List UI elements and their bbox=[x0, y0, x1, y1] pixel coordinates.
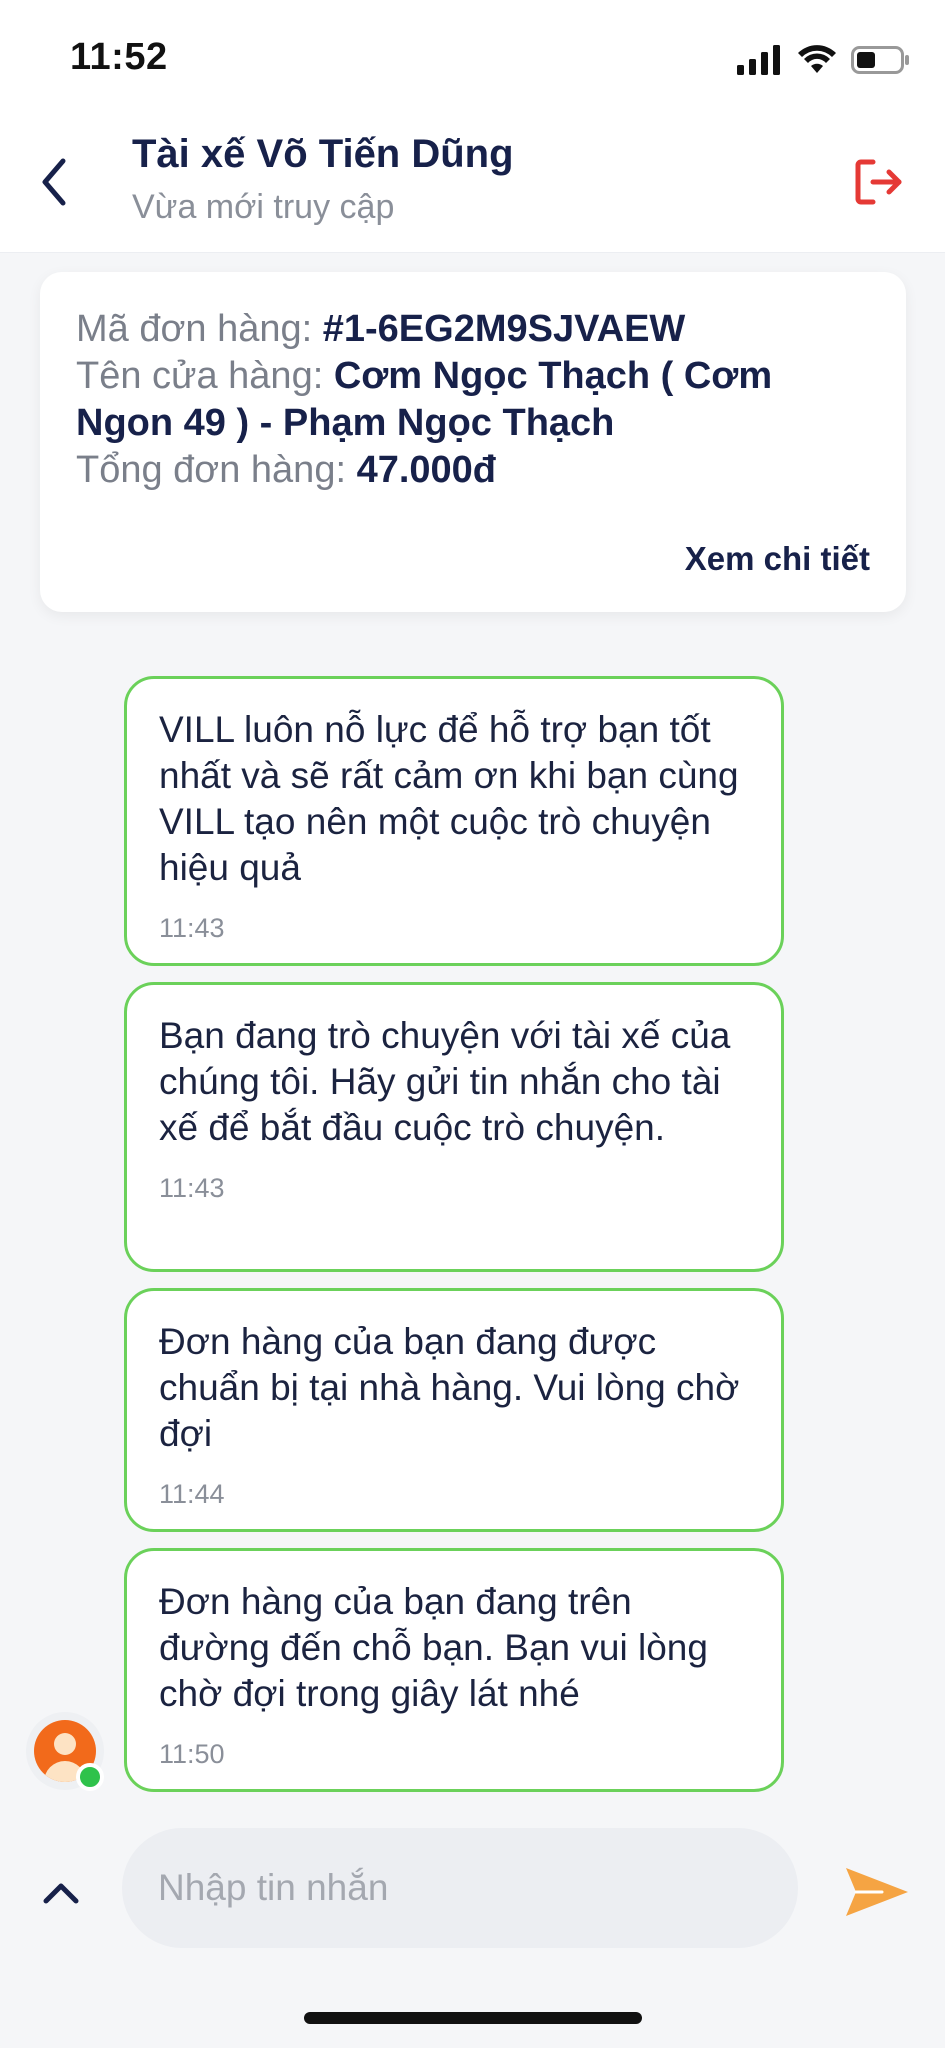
order-total-value: 47.000đ bbox=[356, 449, 497, 491]
status-time: 11:52 bbox=[70, 36, 168, 78]
message-composer bbox=[0, 1818, 945, 1968]
message-time: 11:43 bbox=[159, 913, 225, 943]
store-name-row: Tên cửa hàng: Cơm Ngọc Thạch ( Cơm Ngon … bbox=[76, 353, 870, 447]
view-details-link[interactable]: Xem chi tiết bbox=[685, 540, 870, 578]
send-button[interactable] bbox=[839, 1854, 915, 1930]
status-bar: 11:52 bbox=[0, 0, 945, 110]
online-status-dot bbox=[76, 1763, 104, 1791]
message-time: 11:50 bbox=[159, 1739, 225, 1769]
home-indicator bbox=[304, 2012, 642, 2024]
back-button[interactable] bbox=[34, 152, 74, 212]
chevron-up-icon bbox=[43, 1883, 79, 1904]
message-bubble: Bạn đang trò chuyện với tài xế của chúng… bbox=[124, 982, 784, 1272]
signal-icon bbox=[737, 45, 780, 75]
wifi-icon bbox=[798, 45, 836, 73]
logout-icon bbox=[855, 159, 902, 205]
message-bubble: VILL luôn nỗ lực để hỗ trợ bạn tốt nhất … bbox=[124, 676, 784, 966]
order-code-label: Mã đơn hàng: bbox=[76, 308, 323, 350]
exit-chat-button[interactable] bbox=[847, 150, 911, 214]
driver-status: Vừa mới truy cập bbox=[132, 188, 395, 226]
message-text: VILL luôn nỗ lực để hỗ trợ bạn tốt nhất … bbox=[159, 709, 739, 888]
expand-button[interactable] bbox=[38, 1870, 84, 1916]
message-text: Bạn đang trò chuyện với tài xế của chúng… bbox=[159, 1015, 731, 1148]
send-icon bbox=[846, 1868, 908, 1916]
message-text: Đơn hàng của bạn đang trên đường đến chỗ… bbox=[159, 1581, 708, 1714]
order-code-value: #1-6EG2M9SJVAEW bbox=[322, 308, 686, 350]
status-icons bbox=[737, 40, 911, 80]
order-code-row: Mã đơn hàng: #1-6EG2M9SJVAEW bbox=[76, 306, 870, 353]
order-total-label: Tổng đơn hàng: bbox=[76, 449, 357, 491]
chat-screen: 11:52 Tài xế Võ Tiến Dũng Vừa mới truy c… bbox=[0, 0, 945, 2048]
chevron-left-icon bbox=[42, 158, 66, 206]
message-bubble: Đơn hàng của bạn đang được chuẩn bị tại … bbox=[124, 1288, 784, 1532]
message-text: Đơn hàng của bạn đang được chuẩn bị tại … bbox=[159, 1321, 740, 1454]
message-time: 11:44 bbox=[159, 1479, 225, 1509]
store-name-label: Tên cửa hàng: bbox=[76, 355, 334, 397]
order-total-row: Tổng đơn hàng: 47.000đ bbox=[76, 447, 870, 494]
driver-name: Tài xế Võ Tiến Dũng bbox=[132, 132, 514, 176]
message-bubble: Đơn hàng của bạn đang trên đường đến chỗ… bbox=[124, 1548, 784, 1792]
message-input[interactable] bbox=[122, 1828, 798, 1948]
order-summary-card: Mã đơn hàng: #1-6EG2M9SJVAEW Tên cửa hàn… bbox=[40, 272, 906, 612]
battery-icon bbox=[851, 46, 909, 74]
message-time: 11:43 bbox=[159, 1173, 225, 1203]
chat-header: Tài xế Võ Tiến Dũng Vừa mới truy cập bbox=[0, 110, 945, 253]
